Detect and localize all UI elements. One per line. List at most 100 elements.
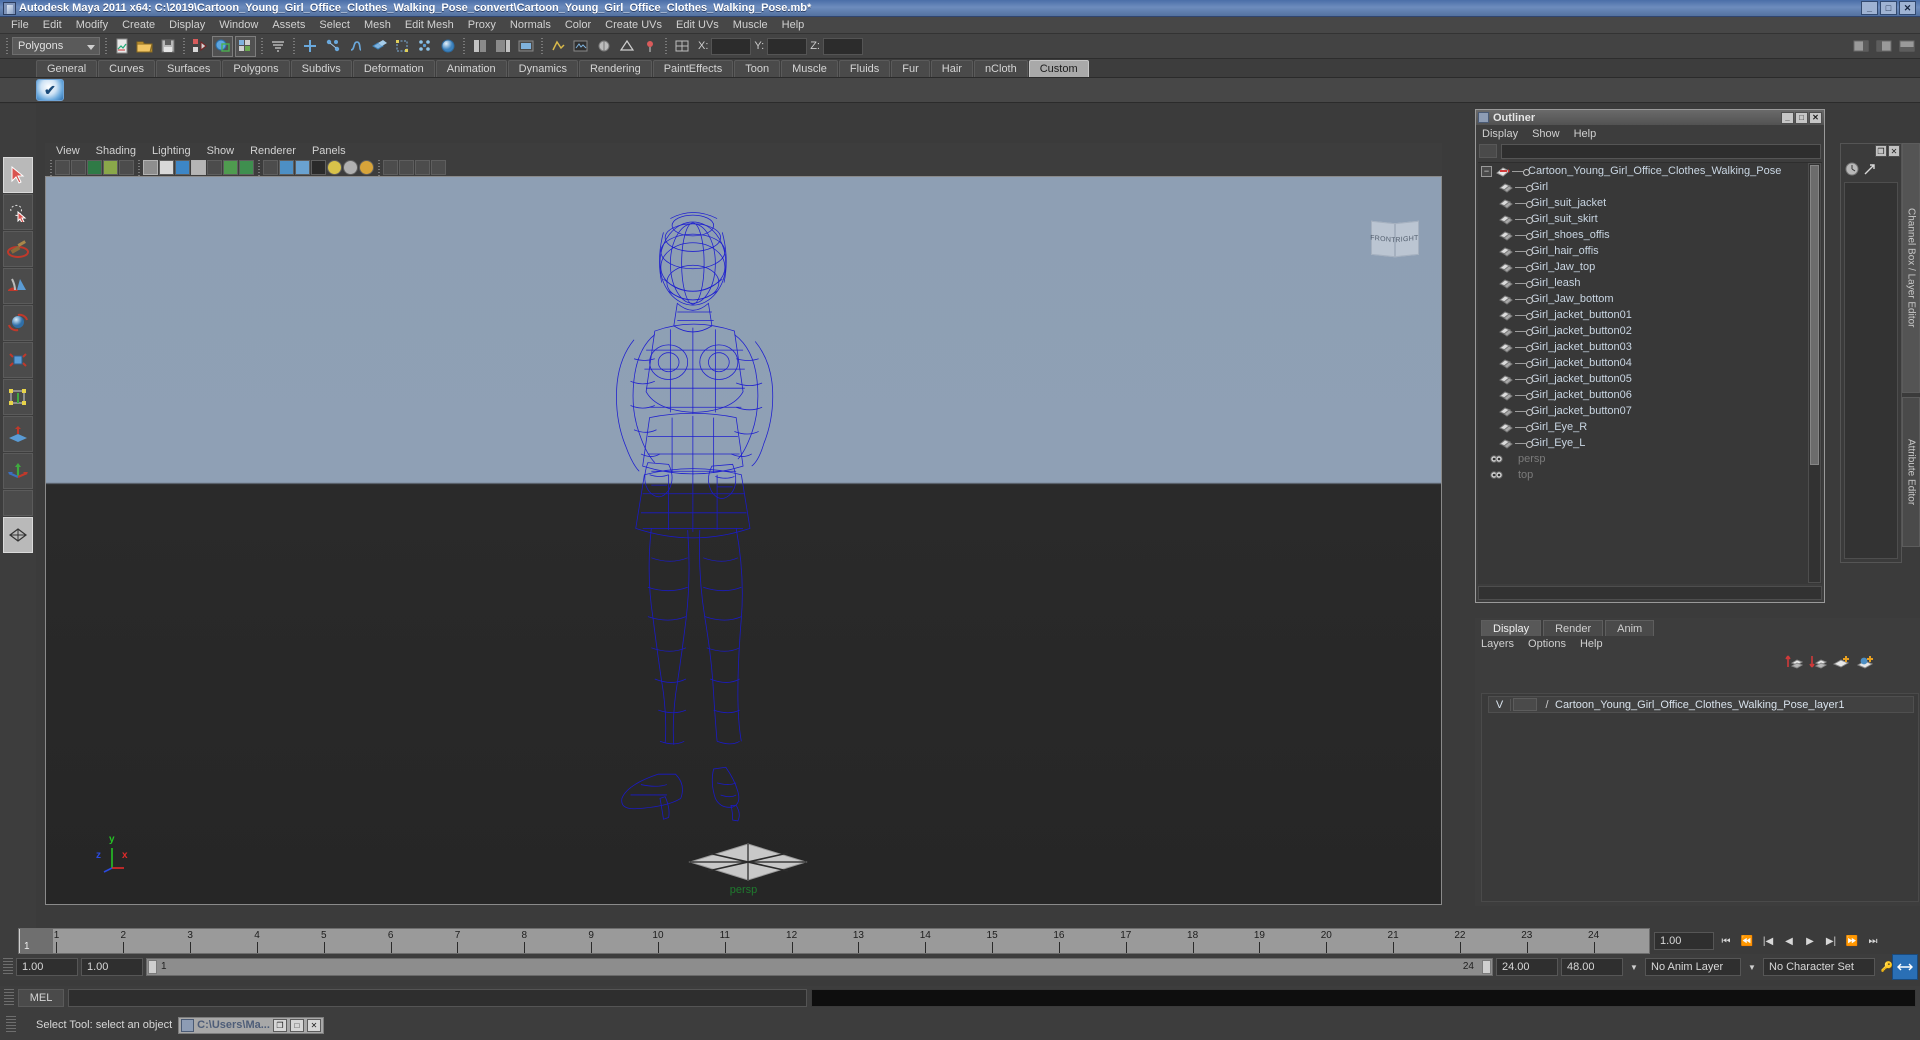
hardware-texturing-icon[interactable] xyxy=(327,160,342,175)
show-attribute-editor-icon[interactable] xyxy=(1873,36,1894,57)
open-render-view-icon[interactable] xyxy=(515,36,536,57)
shelf-tab-fur[interactable]: Fur xyxy=(891,60,930,77)
command-input-field[interactable] xyxy=(68,989,807,1007)
outliner-item-girl-hair-offis[interactable]: Girl_hair_offis xyxy=(1478,243,1822,259)
make-live-icon[interactable] xyxy=(414,36,435,57)
shelf-tab-deformation[interactable]: Deformation xyxy=(352,60,435,77)
wireframe-shade-icon[interactable] xyxy=(263,160,278,175)
shelf-tab-animation[interactable]: Animation xyxy=(435,60,507,77)
viewport-settings-icon[interactable] xyxy=(431,160,446,175)
taskbar-window-button[interactable]: C:\Users\Ma... ❐ □ ✕ xyxy=(178,1016,324,1034)
current-time-indicator[interactable]: 1 xyxy=(19,929,53,953)
outliner-item-girl-jacket-button02[interactable]: Girl_jacket_button02 xyxy=(1478,323,1822,339)
shadows-icon[interactable] xyxy=(383,160,398,175)
open-scene-icon[interactable] xyxy=(134,36,155,57)
go-to-start-button[interactable]: ⏮ xyxy=(1717,932,1735,950)
menu-help[interactable]: Help xyxy=(775,18,812,32)
bookmark-icon[interactable] xyxy=(87,160,102,175)
channel-clock-icon[interactable] xyxy=(1845,162,1859,176)
layer-menu-help[interactable]: Help xyxy=(1580,638,1603,650)
select-by-component-type-icon[interactable] xyxy=(235,35,256,57)
coord-x-input[interactable] xyxy=(711,37,752,55)
use-default-light-icon[interactable] xyxy=(343,160,358,175)
step-forward-frame-button[interactable]: ▶| xyxy=(1822,932,1840,950)
image-plane-icon[interactable] xyxy=(103,160,118,175)
layer-row[interactable]: V / Cartoon_Young_Girl_Office_Clothes_Wa… xyxy=(1488,696,1914,713)
expand-collapse-icon[interactable]: − xyxy=(1481,165,1492,177)
shelf-checkmark-button[interactable]: ✔ xyxy=(36,79,64,101)
two-d-pan-zoom-icon[interactable] xyxy=(119,160,134,175)
outliner-close-button[interactable]: ✕ xyxy=(1809,111,1822,124)
current-time-field[interactable]: 1.00 xyxy=(1654,932,1714,950)
soft-mod-tool[interactable] xyxy=(3,416,33,452)
shelf-tab-muscle[interactable]: Muscle xyxy=(781,60,838,77)
outliner-menu-show[interactable]: Show xyxy=(1532,128,1560,140)
command-language-button[interactable]: MEL xyxy=(18,989,64,1007)
outliner-title-bar[interactable]: Outliner _ □ ✕ xyxy=(1476,110,1824,125)
channel-box-close-button[interactable]: ✕ xyxy=(1888,145,1900,157)
viewport-menu-renderer[interactable]: Renderer xyxy=(242,145,304,157)
menu-select[interactable]: Select xyxy=(312,18,357,32)
coord-y-input[interactable] xyxy=(767,37,808,55)
maximize-button[interactable]: □ xyxy=(1880,1,1897,15)
outliner-tree[interactable]: − Cartoon_Young_Girl_Office_Clothes_Walk… xyxy=(1478,162,1822,584)
step-back-key-button[interactable]: ⏪ xyxy=(1738,932,1756,950)
anim-layer-chevron-down-icon[interactable]: ▼ xyxy=(1626,958,1642,976)
tab-display-layers[interactable]: Display xyxy=(1481,620,1542,636)
select-tool[interactable] xyxy=(3,157,33,193)
shelf-tab-custom[interactable]: Custom xyxy=(1028,60,1089,77)
menu-modify[interactable]: Modify xyxy=(69,18,115,32)
outliner-horizontal-scrollbar[interactable] xyxy=(1478,586,1822,600)
layer-visibility-toggle[interactable]: V xyxy=(1489,698,1511,711)
outliner-item-girl[interactable]: Girl xyxy=(1478,179,1822,195)
layer-display-type-toggle[interactable] xyxy=(1513,698,1537,711)
outliner-item-girl-leash[interactable]: Girl_leash xyxy=(1478,275,1822,291)
viewport-toolbar-grip[interactable] xyxy=(47,158,54,178)
outliner-item-top[interactable]: top xyxy=(1478,467,1822,483)
tab-attribute-editor[interactable]: Attribute Editor xyxy=(1902,397,1920,547)
menu-assets[interactable]: Assets xyxy=(265,18,312,32)
character-wireframe-model[interactable] xyxy=(46,177,1441,904)
transform-mode-icon[interactable] xyxy=(671,36,692,57)
outliner-filter-icon[interactable] xyxy=(1479,144,1497,158)
outliner-scroll-thumb[interactable] xyxy=(1810,165,1819,465)
show-sidebar-icon[interactable] xyxy=(1850,36,1871,57)
lasso-select-tool[interactable] xyxy=(3,194,33,230)
text-overlay-icon[interactable] xyxy=(239,160,254,175)
camera-attributes-icon[interactable] xyxy=(71,160,86,175)
ipr-render-icon[interactable] xyxy=(593,36,614,57)
snap-to-view-plane-icon[interactable] xyxy=(391,36,412,57)
resolution-gate-icon[interactable] xyxy=(175,160,190,175)
channel-box-toggle-icon[interactable] xyxy=(469,36,490,57)
viewport-menu-show[interactable]: Show xyxy=(199,145,243,157)
layer-list-body[interactable]: V / Cartoon_Young_Girl_Office_Clothes_Wa… xyxy=(1481,693,1919,902)
show-tool-settings-icon[interactable] xyxy=(1896,36,1917,57)
snap-to-grid-icon[interactable] xyxy=(299,36,320,57)
anim-start-field[interactable]: 1.00 xyxy=(81,958,143,976)
menu-muscle[interactable]: Muscle xyxy=(726,18,775,32)
snap-to-plane-icon[interactable] xyxy=(368,36,389,57)
taskbar-maximize-button[interactable]: □ xyxy=(289,1018,304,1032)
perspective-viewport[interactable]: FRONT RIGHT y x z persp xyxy=(45,176,1442,905)
toolbar-grip[interactable] xyxy=(3,36,10,56)
outliner-menu-display[interactable]: Display xyxy=(1482,128,1518,140)
character-set-chevron-down-icon[interactable]: ▼ xyxy=(1744,958,1760,976)
outliner-item-girl-suit-jacket[interactable]: Girl_suit_jacket xyxy=(1478,195,1822,211)
menu-edit-uvs[interactable]: Edit UVs xyxy=(669,18,726,32)
command-line-grip[interactable] xyxy=(4,989,14,1007)
attribute-editor-toggle-icon[interactable] xyxy=(492,36,513,57)
flat-shade-icon[interactable] xyxy=(295,160,310,175)
new-scene-icon[interactable] xyxy=(111,36,132,57)
outliner-item-girl-jacket-button05[interactable]: Girl_jacket_button05 xyxy=(1478,371,1822,387)
xray-joints-icon[interactable] xyxy=(223,160,238,175)
viewport-menu-panels[interactable]: Panels xyxy=(304,145,354,157)
menu-create-uvs[interactable]: Create UVs xyxy=(598,18,669,32)
outliner-item-girl-jacket-button01[interactable]: Girl_jacket_button01 xyxy=(1478,307,1822,323)
outliner-item-girl-eye-r[interactable]: Girl_Eye_R xyxy=(1478,419,1822,435)
isolate-select-icon[interactable] xyxy=(399,160,414,175)
smooth-shade-all-icon[interactable] xyxy=(3,517,33,553)
gate-mask-icon[interactable] xyxy=(191,160,206,175)
shelf-tab-subdivs[interactable]: Subdivs xyxy=(290,60,352,77)
xray-icon[interactable] xyxy=(207,160,222,175)
play-backwards-button[interactable]: ◀ xyxy=(1780,932,1798,950)
